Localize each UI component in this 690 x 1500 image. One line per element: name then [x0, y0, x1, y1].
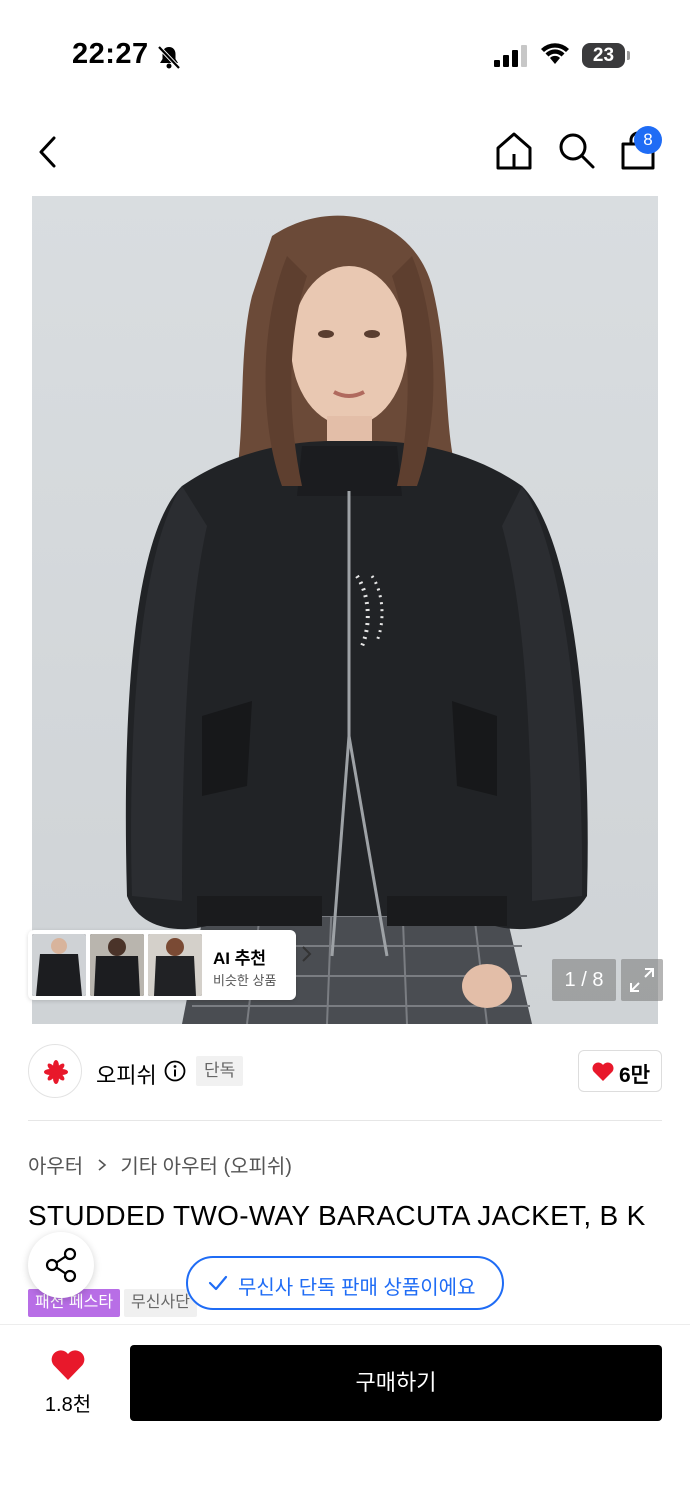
cart-badge: 8: [634, 126, 662, 154]
brand-like-button[interactable]: 6만: [578, 1050, 662, 1092]
brand-flower-icon: [44, 1060, 68, 1084]
battery-tip: [627, 51, 630, 60]
image-page-counter: 1 / 8: [552, 959, 616, 1001]
expand-image-button[interactable]: [621, 959, 663, 1001]
toast-text: 무신사 단독 판매 상품이에요: [238, 1277, 476, 1299]
ai-thumbnail-2[interactable]: [90, 934, 144, 996]
status-bar: 22:27 23: [0, 0, 690, 110]
wifi-icon: [541, 43, 569, 64]
heart-icon[interactable]: [50, 1349, 86, 1381]
brand-logo[interactable]: [28, 1044, 82, 1098]
breadcrumb-subcategory[interactable]: 기타 아우터 (오피쉬): [120, 1156, 292, 1178]
chevron-right-icon: [302, 946, 312, 962]
product-title: STUDDED TWO-WAY BARACUTA JACKET, B K: [28, 1200, 646, 1231]
expand-icon: [630, 968, 654, 992]
product-photo: [32, 196, 658, 1024]
divider: [28, 1120, 662, 1121]
battery-icon: 23: [582, 43, 630, 68]
exclusive-toast: 무신사 단독 판매 상품이에요: [186, 1256, 504, 1310]
brand-like-count: 6만: [619, 1064, 650, 1087]
chevron-left-icon[interactable]: [32, 132, 66, 172]
bell-slash-icon: [157, 45, 181, 70]
ai-recommend-subtitle: 비슷한 상품: [213, 973, 277, 988]
cellular-signal-icon: [494, 45, 527, 67]
exclusive-badge: 단독: [196, 1056, 244, 1086]
brand-name[interactable]: 오피쉬: [96, 1058, 157, 1090]
home-icon[interactable]: [494, 130, 534, 172]
top-nav: [0, 110, 690, 194]
ai-recommendation-card[interactable]: AI 추천 비슷한 상품: [28, 930, 312, 1000]
heart-icon: [592, 1062, 614, 1081]
check-icon: [208, 1275, 228, 1291]
buy-button[interactable]: 구매하기: [130, 1345, 662, 1421]
search-icon[interactable]: [556, 130, 596, 170]
breadcrumb-category[interactable]: 아우터: [28, 1156, 83, 1178]
share-button[interactable]: [28, 1232, 94, 1298]
ai-thumbnail-1[interactable]: [32, 934, 86, 996]
wishlist-count: 1.8천: [44, 1394, 92, 1416]
status-time: 22:27: [72, 38, 149, 70]
brand-row: 오피쉬 단독 6만: [28, 1040, 662, 1102]
ai-recommend-title: AI 추천: [213, 949, 267, 968]
breadcrumb: 아우터 기타 아우터 (오피쉬): [28, 1150, 292, 1179]
battery-level: 23: [582, 43, 625, 68]
product-image[interactable]: [32, 196, 658, 1024]
info-icon[interactable]: [164, 1060, 186, 1082]
tag-musinsa: 무신사단: [124, 1289, 197, 1317]
share-icon: [45, 1247, 77, 1283]
ai-thumbnail-3[interactable]: [148, 934, 202, 996]
chevron-right-icon: [98, 1158, 107, 1171]
